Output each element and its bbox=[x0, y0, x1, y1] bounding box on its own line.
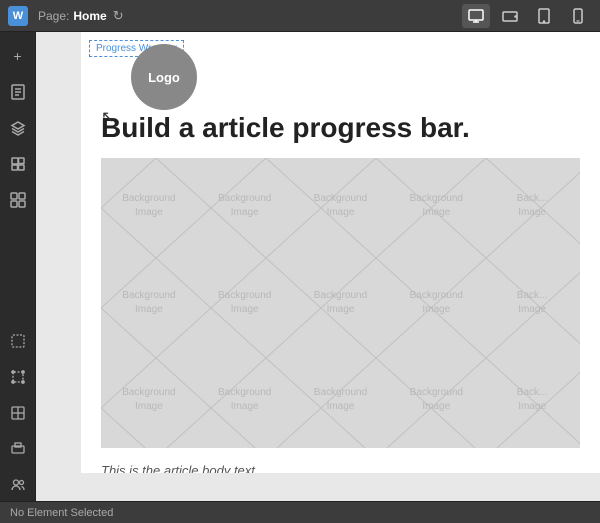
layout-tool-icon[interactable] bbox=[2, 397, 34, 429]
canvas-area[interactable]: Progress Wrapper Logo ↖ Build a article … bbox=[36, 32, 600, 501]
transform-tool-icon[interactable] bbox=[2, 361, 34, 393]
page-name: Home bbox=[73, 9, 106, 23]
cursor: ↖ bbox=[101, 107, 114, 127]
symbol-tool-icon[interactable] bbox=[2, 433, 34, 465]
refresh-icon[interactable]: ↻ bbox=[113, 8, 124, 24]
bg-label-6: BackgroundImage bbox=[101, 255, 197, 352]
select-tool-icon[interactable] bbox=[2, 325, 34, 357]
bg-label-15: Back...Image bbox=[484, 351, 580, 448]
page-label: Page: bbox=[38, 9, 69, 23]
bg-label-8: BackgroundImage bbox=[293, 255, 389, 352]
bg-label-11: BackgroundImage bbox=[101, 351, 197, 448]
mobile-view-icon[interactable] bbox=[564, 4, 592, 28]
top-bar: W Page: Home ↻ bbox=[0, 0, 600, 32]
page-area: Progress Wrapper Logo ↖ Build a article … bbox=[81, 32, 600, 473]
bg-label-9: BackgroundImage bbox=[388, 255, 484, 352]
add-elements-icon[interactable]: + bbox=[2, 40, 34, 72]
bg-label-4: BackgroundImage bbox=[388, 158, 484, 255]
bg-label-13: BackgroundImage bbox=[293, 351, 389, 448]
left-sidebar: + bbox=[0, 32, 36, 501]
status-bar: No Element Selected bbox=[0, 501, 600, 523]
view-mode-icons bbox=[462, 4, 592, 28]
layers-icon[interactable] bbox=[2, 112, 34, 144]
webflow-logo: W bbox=[8, 6, 28, 26]
main-area: + bbox=[0, 32, 600, 501]
bg-label-10: Back...Image bbox=[484, 255, 580, 352]
users-icon[interactable] bbox=[2, 469, 34, 501]
apps-icon[interactable] bbox=[2, 184, 34, 216]
desktop-view-icon[interactable] bbox=[462, 4, 490, 28]
tablet-portrait-view-icon[interactable] bbox=[530, 4, 558, 28]
bottom-preview-text: This is the article body text... bbox=[81, 456, 600, 473]
bg-label-2: BackgroundImage bbox=[197, 158, 293, 255]
background-image-grid: BackgroundImage BackgroundImage Backgrou… bbox=[101, 158, 580, 448]
logo-text: Logo bbox=[148, 70, 180, 85]
logo-widget[interactable]: Logo bbox=[131, 44, 197, 110]
bg-label-5: Back...Image bbox=[484, 158, 580, 255]
status-text: No Element Selected bbox=[10, 507, 113, 519]
bg-label-7: BackgroundImage bbox=[197, 255, 293, 352]
bg-label-14: BackgroundImage bbox=[388, 351, 484, 448]
bg-label-1: BackgroundImage bbox=[101, 158, 197, 255]
bg-label-12: BackgroundImage bbox=[197, 351, 293, 448]
pages-icon[interactable] bbox=[2, 76, 34, 108]
tablet-landscape-view-icon[interactable] bbox=[496, 4, 524, 28]
assets-icon[interactable] bbox=[2, 148, 34, 180]
bg-label-3: BackgroundImage bbox=[293, 158, 389, 255]
